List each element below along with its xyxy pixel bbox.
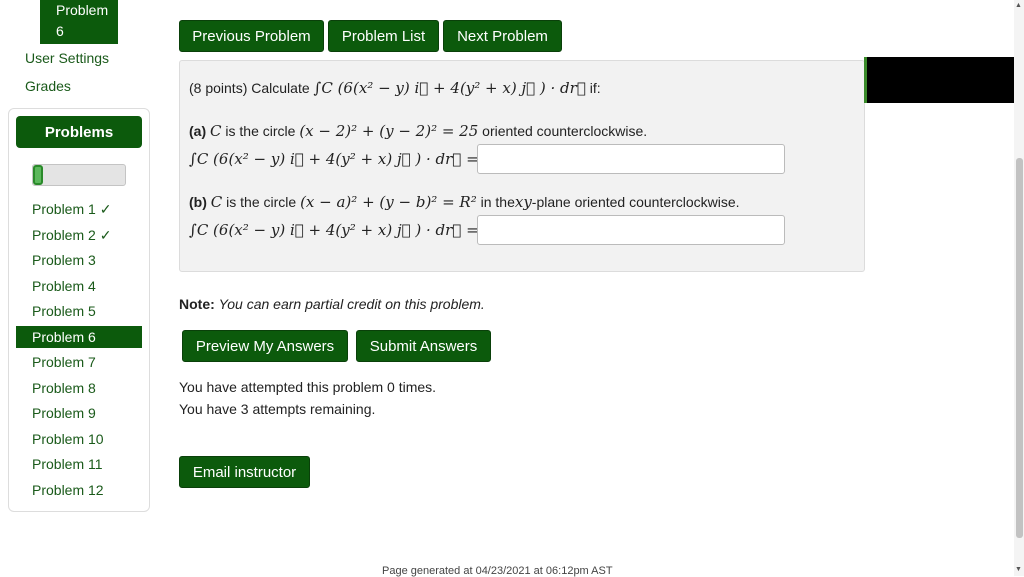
submit-answers-button[interactable]: Submit Answers [356, 330, 491, 362]
problem-list-item[interactable]: Problem 8 [16, 377, 142, 399]
problem-list-item[interactable]: Problem 11 [16, 453, 142, 475]
problem-list-item[interactable]: Problem 3 [16, 249, 142, 271]
curve-symbol: C [210, 122, 222, 140]
part-b-circle-equation: (x − a)² + (y − b)² = R² [300, 193, 477, 211]
answer-a-input[interactable] [477, 144, 785, 174]
previous-problem-button[interactable]: Previous Problem [179, 20, 324, 52]
scroll-down-arrow-icon[interactable]: ▼ [1015, 566, 1022, 573]
email-instructor-button[interactable]: Email instructor [179, 456, 310, 488]
problem-intro: (8 points) Calculate ∫C (6(x² − y) i⃗ + … [189, 79, 601, 97]
problem-list-item[interactable]: Problem 5 [16, 300, 142, 322]
plane-symbol: xy [514, 193, 532, 211]
intro-prefix: (8 points) Calculate [189, 80, 310, 96]
scroll-up-arrow-icon[interactable]: ▲ [1015, 2, 1022, 9]
problem-list-item[interactable]: Problem 1 ✓ [16, 198, 142, 220]
progress-bar-fill [33, 165, 44, 185]
current-problem-header: Problem 6 [40, 0, 118, 44]
problem-list-item[interactable]: Problem 7 [16, 351, 142, 373]
part-b-statement: (b) C is the circle (x − a)² + (y − b)² … [189, 193, 740, 211]
curve-symbol: C [210, 193, 223, 211]
part-a-statement: (a) C is the circle (x − 2)² + (y − 2)² … [189, 122, 647, 140]
intro-integral: ∫C (6(x² − y) i⃗ + 4(y² + x) j⃗ ) · dr⃗ [313, 79, 586, 97]
problem-list-item[interactable]: Problem 4 [16, 275, 142, 297]
scrollbar-thumb[interactable] [1016, 158, 1023, 538]
part-a-text: is the circle [225, 123, 296, 139]
remaining-status: You have 3 attempts remaining. [179, 401, 376, 417]
problem-list-item[interactable]: Problem 10 [16, 428, 142, 450]
intro-suffix: if: [589, 80, 601, 96]
preview-answers-button[interactable]: Preview My Answers [182, 330, 348, 362]
current-problem-number: 6 [56, 23, 64, 39]
next-problem-button[interactable]: Next Problem [443, 20, 562, 52]
part-b-orientation: -plane oriented counterclockwise. [531, 194, 740, 210]
note-text: You can earn partial credit on this prob… [218, 296, 485, 312]
user-settings-link[interactable]: User Settings [25, 50, 109, 66]
note-label: Note: [179, 296, 215, 312]
progress-bar [32, 164, 126, 186]
part-a-orientation: oriented counterclockwise. [482, 123, 648, 139]
answer-b-input[interactable] [477, 215, 785, 245]
attempted-status: You have attempted this problem 0 times. [179, 379, 437, 395]
redacted-block [867, 57, 1024, 103]
problem-list-item[interactable]: Problem 2 ✓ [16, 224, 142, 246]
current-problem-label: Problem [56, 2, 109, 18]
partial-credit-note: Note: You can earn partial credit on thi… [179, 296, 485, 312]
part-a-integral: ∫C (6(x² − y) i⃗ + 4(y² + x) j⃗ ) · dr⃗ … [189, 150, 479, 168]
problem-list-item[interactable]: Problem 12 [16, 479, 142, 501]
problems-button[interactable]: Problems [16, 116, 142, 148]
problem-list-button[interactable]: Problem List [328, 20, 439, 52]
part-b-text: is the circle [226, 194, 297, 210]
page-generated-footer: Page generated at 04/23/2021 at 06:12pm … [382, 565, 613, 577]
part-b-label: (b) [189, 194, 207, 210]
grades-link[interactable]: Grades [25, 78, 71, 94]
problem-list-item[interactable]: Problem 9 [16, 402, 142, 424]
part-a-label: (a) [189, 123, 207, 139]
part-a-circle-equation: (x − 2)² + (y − 2)² = 25 [299, 122, 479, 140]
part-b-integral: ∫C (6(x² − y) i⃗ + 4(y² + x) j⃗ ) · dr⃗ … [189, 221, 479, 239]
problem-list-item[interactable]: Problem 6 [16, 326, 142, 348]
part-b-text-2: in the [480, 194, 515, 210]
